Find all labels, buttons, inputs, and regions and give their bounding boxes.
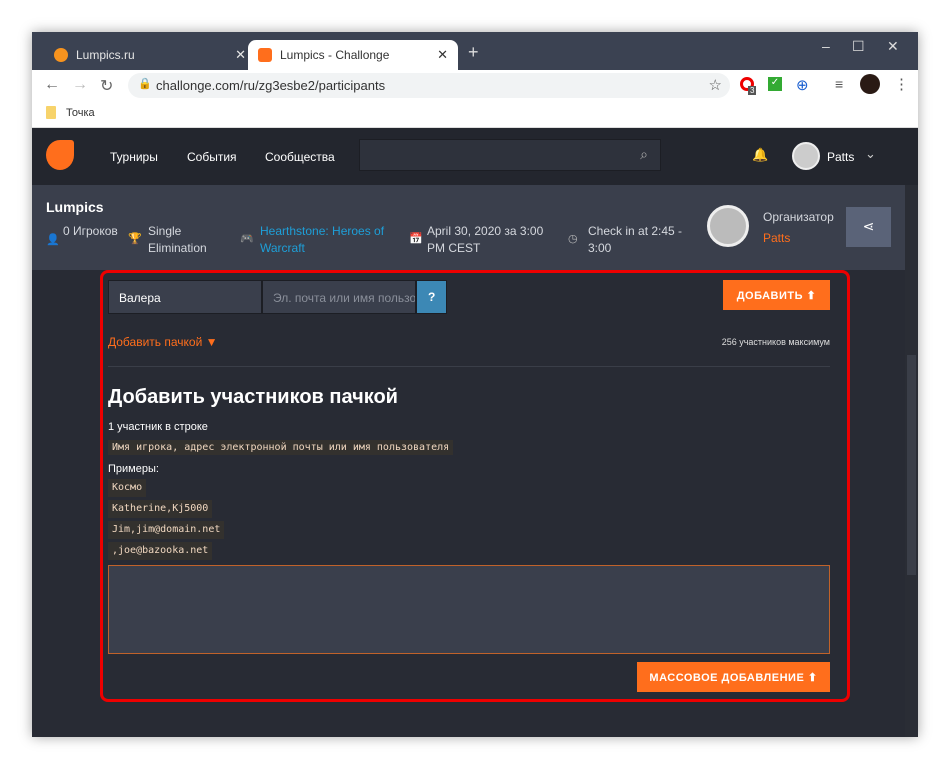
profile-avatar[interactable] (860, 74, 880, 94)
examples-list: Космо Katherine,Kj5000 Jim,jim@domain.ne… (108, 479, 225, 563)
minimize-icon[interactable]: – (822, 38, 830, 54)
format-code: Имя игрока, адрес электронной почты или … (108, 440, 454, 455)
search-icon[interactable]: ⌕ (640, 146, 648, 163)
globe-extension-icon[interactable]: ⊕ (796, 76, 809, 94)
lock-icon: 🔒 (138, 78, 152, 90)
challonge-favicon-icon (258, 48, 272, 62)
example-item: Космо (108, 479, 147, 497)
reload-icon[interactable]: ↻ (100, 76, 113, 96)
example-item: ,joe@bazooka.net (108, 542, 213, 560)
user-avatar[interactable] (792, 142, 820, 170)
max-participants: 256 участников максимум (721, 337, 830, 347)
bulk-add-button[interactable]: МАССОВОЕ ДОБАВЛЕНИЕ ⬆ (637, 662, 830, 692)
address-bar: ← → ↻ 🔒 challonge.com/ru/zg3esbe2/partici… (32, 70, 918, 100)
scrollbar-thumb[interactable] (907, 355, 916, 575)
highlight-box: Валера Эл. почта или имя пользователя ? … (100, 270, 850, 702)
calendar-icon: 📅 (409, 233, 423, 245)
close-tab-icon[interactable]: ✕ (437, 47, 448, 63)
close-tab-icon[interactable]: ✕ (235, 47, 246, 63)
tab-title: Lumpics.ru (76, 48, 135, 62)
trophy-icon: 🏆 (128, 233, 142, 245)
nav-events[interactable]: События (187, 150, 237, 164)
url-input[interactable]: 🔒 challonge.com/ru/zg3esbe2/participants ☆ (128, 73, 730, 98)
organizer-link[interactable]: Patts (763, 231, 790, 245)
organizer-label: Организатор (763, 210, 834, 224)
participant-name-input[interactable]: Валера (108, 280, 262, 314)
maximize-icon[interactable]: ☐ (852, 38, 865, 55)
bulk-title: Добавить участников пачкой (108, 386, 398, 408)
check-extension-icon[interactable]: ✓ (768, 77, 782, 91)
share-icon: ⋖ (862, 218, 875, 234)
add-button[interactable]: ДОБАВИТЬ ⬆ (723, 280, 830, 310)
browser-window: Lumpics.ru ✕ Lumpics - Challonge ✕ + – ☐ ✕… (32, 32, 918, 737)
example-item: Jim,jim@domain.net (108, 521, 225, 539)
bookmarks-bar: Точка (32, 100, 918, 128)
tab-lumpics[interactable]: Lumpics.ru ✕ (44, 40, 256, 70)
name-value: Валера (119, 291, 161, 305)
forward-icon[interactable]: → (72, 76, 88, 94)
tournament-name: Lumpics (46, 199, 104, 215)
divider (108, 366, 830, 367)
user-icon: 👤 (46, 234, 60, 246)
menu-icon[interactable]: ⋮ (894, 75, 909, 93)
extension-badge: 3 (748, 86, 757, 95)
search-input[interactable]: ⌕ (359, 139, 661, 171)
players-count: 0 Игроков (63, 224, 118, 238)
game-link[interactable]: Hearthstone: Heroes of Warcraft (260, 223, 390, 257)
user-name[interactable]: Patts (827, 150, 854, 164)
star-icon[interactable]: ☆ (709, 76, 722, 94)
tournament-format: Single Elimination (148, 224, 207, 255)
nav-communities[interactable]: Сообщества (265, 150, 335, 164)
bulk-add-toggle[interactable]: Добавить пачкой ▼ (108, 335, 218, 349)
organizer-avatar[interactable] (707, 205, 749, 247)
folder-icon (46, 106, 56, 119)
bell-icon[interactable]: 🔔 (752, 147, 768, 163)
nav-tournaments[interactable]: Турниры (110, 150, 158, 164)
close-window-icon[interactable]: ✕ (887, 38, 899, 55)
tournament-header: Lumpics 👤 0 Игроков 🏆 Single Elimination… (32, 185, 905, 270)
scrollbar[interactable] (905, 185, 918, 737)
site-navbar: Турниры События Сообщества ⌕ 🔔 Patts ⌄ (32, 128, 918, 185)
gamepad-icon: 🎮 (240, 233, 254, 245)
example-item: Katherine,Kj5000 (108, 500, 213, 518)
url-text: challonge.com/ru/zg3esbe2/participants (156, 78, 386, 93)
checkin-time: Check in at 2:45 - 3:00 (588, 224, 683, 255)
email-placeholder: Эл. почта или имя пользователя (273, 291, 416, 305)
new-tab-icon[interactable]: + (468, 42, 479, 63)
chevron-down-icon[interactable]: ⌄ (865, 146, 876, 162)
back-icon[interactable]: ← (44, 76, 60, 94)
tab-challonge[interactable]: Lumpics - Challonge ✕ (248, 40, 458, 70)
bulk-textarea[interactable] (108, 565, 830, 654)
email-input[interactable]: Эл. почта или имя пользователя (262, 280, 416, 314)
tournament-date: April 30, 2020 за 3:00 PM CEST (427, 224, 544, 255)
bookmark-tochka[interactable]: Точка (66, 107, 95, 119)
per-line-text: 1 участник в строке (108, 421, 208, 433)
tab-bar: Lumpics.ru ✕ Lumpics - Challonge ✕ + – ☐ ✕ (32, 32, 918, 70)
tab-title: Lumpics - Challonge (280, 48, 390, 62)
orange-favicon-icon (54, 48, 68, 62)
help-label: ? (428, 290, 436, 304)
examples-label: Примеры: (108, 463, 159, 475)
media-icon[interactable]: ≡ (835, 76, 843, 92)
share-button[interactable]: ⋖ (846, 207, 891, 247)
help-button[interactable]: ? (416, 280, 447, 314)
clock-icon: ◷ (568, 233, 578, 245)
challonge-logo[interactable] (46, 140, 74, 170)
